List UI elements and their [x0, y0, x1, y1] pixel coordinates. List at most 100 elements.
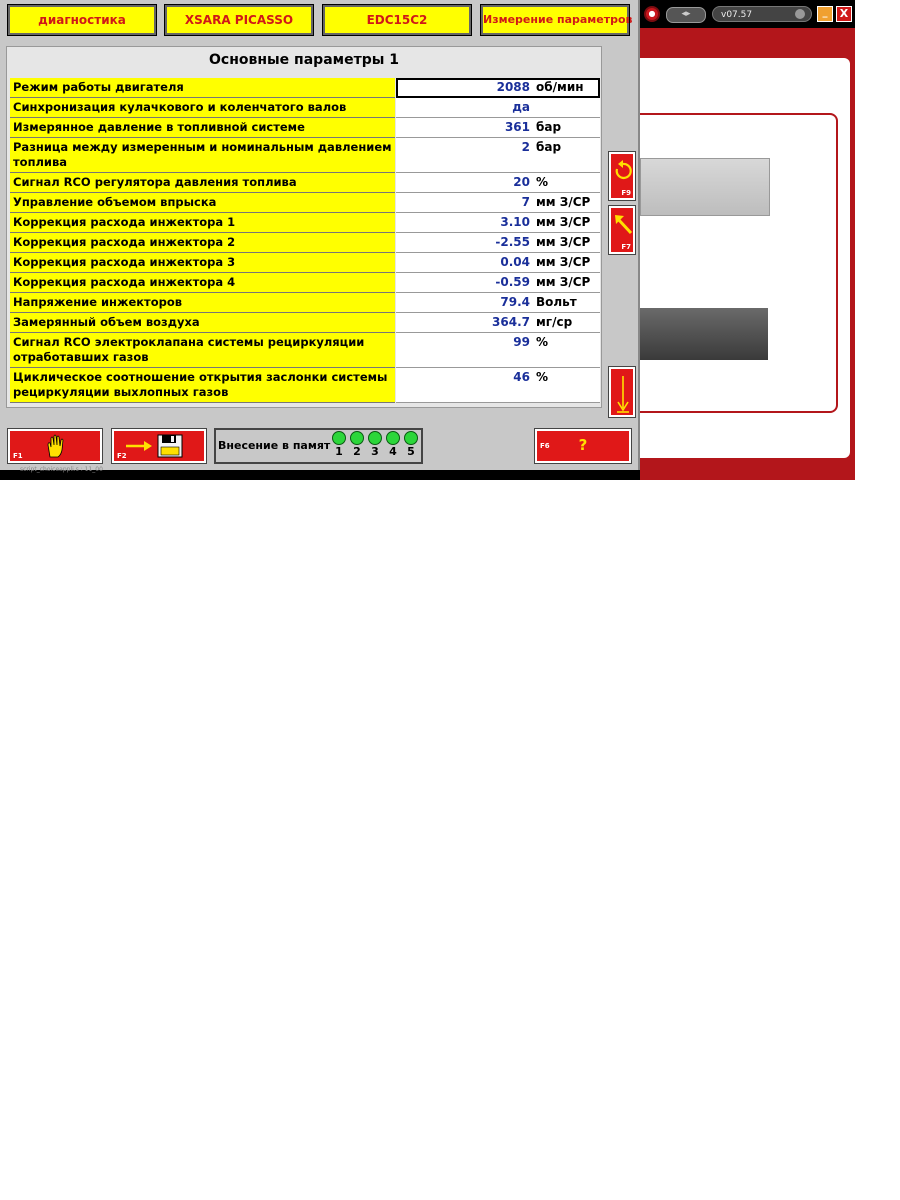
parameter-row[interactable]: Циклическое соотношение открытия заслонк… — [10, 368, 600, 403]
parameter-row[interactable]: Управление объемом впрыска 7 мм З/СР — [10, 193, 600, 213]
parameter-unit: % — [536, 370, 549, 384]
version-text: v07.57 — [721, 10, 753, 20]
memory-slot-4[interactable]: 4 — [384, 430, 402, 459]
parameters-panel: Основные параметры 1 Режим работы двигат… — [6, 46, 602, 408]
rotate-icon — [615, 160, 632, 180]
tab-parameter-measurement[interactable]: Измерение параметров — [480, 4, 633, 36]
memory-recording-panel: Внесение в памят 1 2 3 4 5 — [214, 428, 423, 464]
parameter-value: 7 — [521, 195, 530, 209]
save-to-disk-icon — [126, 434, 183, 458]
parameter-value-cell: да — [396, 98, 600, 118]
close-button[interactable]: X — [836, 6, 852, 22]
parameter-value-cell: -0.59 мм З/СР — [396, 273, 600, 293]
arrow-down-icon — [617, 376, 629, 413]
parameter-value: 99 — [513, 335, 530, 349]
parameter-value-cell: 2088 об/мин — [396, 78, 600, 98]
memory-led-icon — [350, 431, 364, 445]
parameter-unit: об/мин — [536, 80, 584, 94]
background-app-button-dark[interactable] — [640, 308, 768, 360]
f9-key-label: F9 — [621, 189, 631, 197]
memory-slot-3[interactable]: 3 — [366, 430, 384, 459]
arrow-up-left-icon — [615, 215, 633, 235]
parameter-label: Сигнал RCO электроклапана системы рецирк… — [10, 333, 395, 368]
parameter-row[interactable]: Коррекция расхода инжектора 4 -0.59 мм З/С… — [10, 273, 600, 293]
f2-key-label: F2 — [117, 452, 127, 460]
parameter-unit: % — [536, 335, 549, 349]
parameter-value: 3.10 — [500, 215, 530, 229]
f2-save-button[interactable]: F2 — [111, 428, 207, 464]
parameter-row[interactable]: Режим работы двигателя 2088 об/мин — [10, 78, 600, 98]
parameter-value: 20 — [513, 175, 530, 189]
parameter-value: 79.4 — [500, 295, 530, 309]
parameter-row[interactable]: Коррекция расхода инжектора 3 0.04 мм З/СР — [10, 253, 600, 273]
parameter-value: да — [512, 100, 530, 114]
parameter-unit: мм З/СР — [536, 255, 591, 269]
parameter-unit: бар — [536, 140, 562, 154]
help-icon: ? — [578, 436, 588, 454]
minimize-button[interactable]: _ — [817, 6, 833, 22]
tab-vehicle-model[interactable]: XSARA PICASSO — [164, 4, 314, 36]
parameter-row[interactable]: Измерянное давление в топливной системе 3… — [10, 118, 600, 138]
parameter-row[interactable]: Разница между измеренным и номинальным д… — [10, 138, 600, 173]
parameter-row[interactable]: Коррекция расхода инжектора 1 3.10 мм З/СР — [10, 213, 600, 233]
parameter-value: 361 — [504, 120, 530, 134]
memory-led-icon — [404, 431, 418, 445]
screen: ● ◂▸ v07.57 _ X диагностика XSARA PICASS… — [0, 0, 855, 480]
parameter-row[interactable]: Коррекция расхода инжектора 2 -2.55 мм З/С… — [10, 233, 600, 253]
parameter-label: Циклическое соотношение открытия заслонк… — [10, 368, 395, 403]
parameter-value-cell: 2 бар — [396, 138, 600, 173]
memory-slot-number: 3 — [371, 445, 379, 458]
parameter-value-cell: 46% — [396, 368, 600, 403]
parameter-value-cell: 0.04 мм З/СР — [396, 253, 600, 273]
memory-label: Внесение в памят — [218, 439, 331, 452]
memory-led-icon — [332, 431, 346, 445]
parameter-label: Напряжение инжекторов — [10, 293, 395, 313]
scroll-down-button[interactable] — [608, 366, 636, 418]
parameter-row[interactable]: Синхронизация кулачкового и коленчатого … — [10, 98, 600, 118]
parameter-value-cell: 20% — [396, 173, 600, 193]
parameter-unit: мм З/СР — [536, 275, 591, 289]
f6-key-label: F6 — [540, 442, 550, 450]
version-badge: v07.57 — [712, 6, 812, 22]
tab-ecu[interactable]: EDC15C2 — [322, 4, 472, 36]
parameter-unit: мг/ср — [536, 315, 573, 329]
parameter-unit: мм З/СР — [536, 195, 591, 209]
parameter-row[interactable]: Сигнал RCO регулятора давления топлива 20… — [10, 173, 600, 193]
f1-key-label: F1 — [13, 452, 23, 460]
background-app-button-light[interactable] — [640, 158, 770, 216]
record-icon[interactable]: ● — [644, 6, 660, 22]
script-path-text: script_choiceappli.s : 11_00 — [20, 466, 103, 473]
parameter-unit: % — [536, 175, 549, 189]
parameter-value: -0.59 — [495, 275, 530, 289]
parameter-row[interactable]: Сигнал RCO электроклапана системы рецирк… — [10, 333, 600, 368]
f7-key-label: F7 — [621, 243, 631, 251]
parameter-row[interactable]: Замерянный объем воздуха 364.7 мг/ср — [10, 313, 600, 333]
parameter-value: 46 — [513, 370, 530, 384]
parameter-label: Коррекция расхода инжектора 4 — [10, 273, 395, 293]
parameter-label: Коррекция расхода инжектора 3 — [10, 253, 395, 273]
memory-slot-2[interactable]: 2 — [348, 430, 366, 459]
memory-slot-5[interactable]: 5 — [402, 430, 420, 459]
parameter-value: 2088 — [496, 80, 530, 94]
diagnostic-window: диагностика XSARA PICASSO EDC15C2 Измере… — [0, 0, 640, 473]
parameter-label: Режим работы двигателя — [10, 78, 395, 98]
f6-help-button[interactable]: ? F6 — [534, 428, 632, 464]
f9-refresh-button[interactable]: F9 — [608, 151, 636, 201]
f7-back-button[interactable]: F7 — [608, 205, 636, 255]
window-controls: ● ◂▸ v07.57 _ X — [642, 4, 855, 26]
parameter-row[interactable]: Напряжение инжекторов 79.4 Вольт — [10, 293, 600, 313]
memory-slot-number: 5 — [407, 445, 415, 458]
parameter-value-cell: 7 мм З/СР — [396, 193, 600, 213]
parameter-value-cell: 364.7 мг/ср — [396, 313, 600, 333]
parameter-label: Сигнал RCO регулятора давления топлива — [10, 173, 395, 193]
info-knob-icon[interactable] — [795, 9, 805, 19]
f1-stop-button[interactable]: F1 — [7, 428, 103, 464]
tab-diagnostics[interactable]: диагностика — [7, 4, 157, 36]
parameter-unit: мм З/СР — [536, 215, 591, 229]
parameter-label: Замерянный объем воздуха — [10, 313, 395, 333]
toggle-pill[interactable]: ◂▸ — [666, 7, 706, 23]
memory-slot-1[interactable]: 1 — [330, 430, 348, 459]
parameter-value-cell: 361 бар — [396, 118, 600, 138]
parameter-value: 2 — [521, 140, 530, 154]
parameter-value-cell: 79.4 Вольт — [396, 293, 600, 313]
